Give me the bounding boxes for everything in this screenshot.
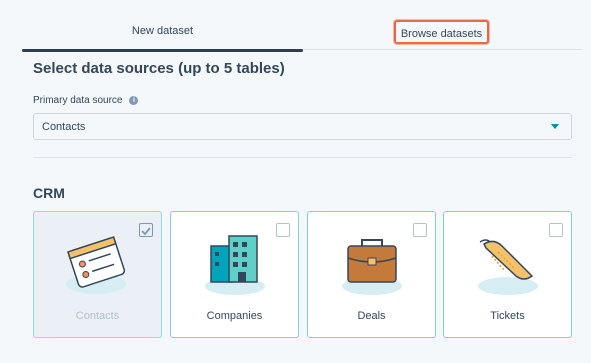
primary-source-label: Primary data source — [33, 95, 123, 106]
tab-new-dataset[interactable]: New dataset — [22, 13, 303, 52]
tab-new-dataset-label: New dataset — [131, 25, 194, 37]
card-contacts[interactable]: Contacts — [33, 211, 162, 338]
card-checkbox[interactable] — [549, 223, 563, 237]
dataset-tabs: New dataset Browse datasets — [22, 13, 582, 52]
info-icon[interactable]: i — [129, 96, 139, 105]
card-label: Companies — [206, 310, 263, 322]
divider — [33, 157, 572, 158]
tab-browse-datasets[interactable]: Browse datasets — [394, 20, 489, 44]
primary-source-value: Contacts — [42, 121, 86, 133]
page-title: Select data sources (up to 5 tables) — [33, 60, 285, 77]
card-checkbox[interactable] — [276, 223, 290, 237]
crm-section-title: CRM — [33, 185, 65, 201]
card-companies[interactable]: Companies — [170, 211, 299, 338]
card-label: Tickets — [490, 310, 525, 322]
card-label: Deals — [357, 310, 386, 322]
card-deals[interactable]: Deals — [307, 211, 436, 338]
card-label: Contacts — [75, 310, 120, 322]
card-checkbox[interactable] — [139, 223, 153, 237]
card-checkbox[interactable] — [413, 223, 427, 237]
tab-browse-datasets-label: Browse datasets — [400, 28, 483, 40]
active-tab-indicator — [22, 49, 303, 52]
caret-down-icon — [551, 124, 559, 129]
primary-source-select[interactable]: Contacts — [33, 113, 572, 140]
card-tickets[interactable]: Tickets — [443, 211, 572, 338]
checkmark-icon — [141, 227, 151, 236]
primary-source-label-row: Primary data source i — [33, 95, 139, 106]
